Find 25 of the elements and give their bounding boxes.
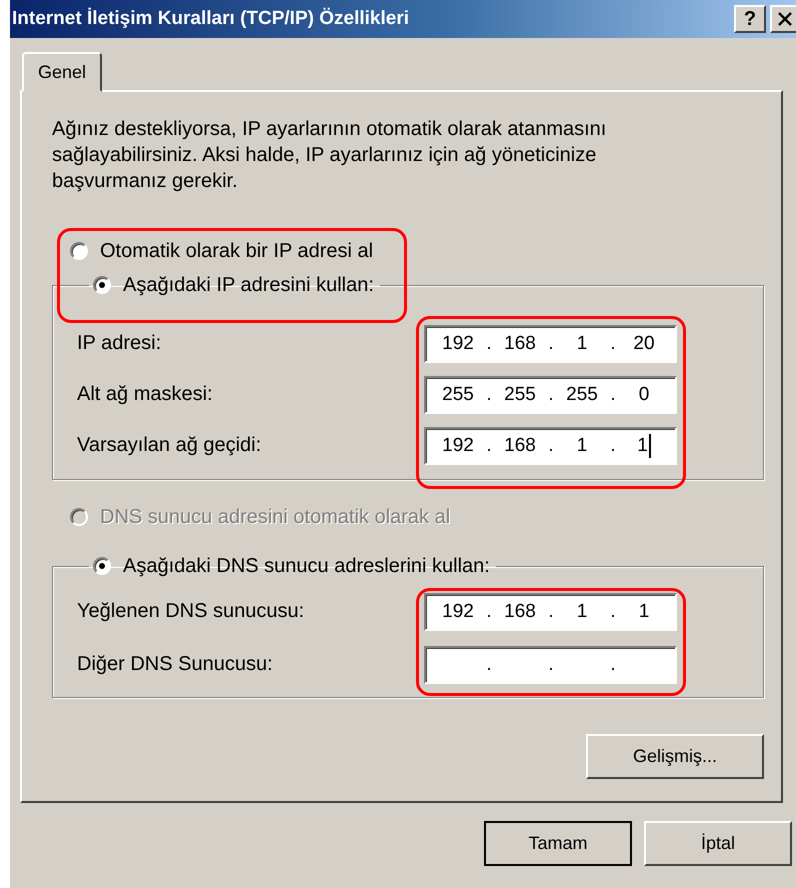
radio-label: Aşağıdaki DNS sunucu adreslerini kullan:: [123, 554, 490, 578]
radio-button[interactable]: [93, 276, 111, 294]
dialog-button[interactable]: Tamam: [484, 821, 632, 866]
radio-label: Aşağıdaki IP adresini kullan:: [123, 274, 374, 296]
ip-address-field[interactable]: 192 . 168 . 1 . 1: [424, 426, 677, 464]
window-title: Internet İletişim Kuralları (TCP/IP) Özellikleri: [12, 8, 410, 30]
radio-label: DNS sunucu adresini otomatik olarak al: [100, 506, 450, 528]
tab[interactable]: Genel: [22, 52, 102, 92]
ip-address-field[interactable]: 255 . 255 . 255 . 0: [424, 376, 677, 414]
advanced-button[interactable]: Gelişmiş...: [586, 734, 764, 779]
field-label: Diğer DNS Sunucusu:: [77, 653, 273, 676]
help-button[interactable]: ?: [734, 5, 766, 33]
radio-button[interactable]: [93, 557, 111, 575]
field-label: Alt ağ maskesi:: [77, 383, 213, 406]
field-label: Varsayılan ağ geçidi:: [77, 434, 262, 457]
ip-address-field[interactable]: . . .: [424, 646, 677, 684]
close-icon: [778, 12, 792, 26]
description-text: Ağınız destekliyorsa, IP ayarlarının otomatik olarak atanmasını sağlayabilirsiniz. Aksi halde, IP ayarlarınız için ağ yöneticinize başvurmanız gerekir.: [52, 117, 608, 194]
ip-address-field[interactable]: 192 . 168 . 1 . 20: [424, 324, 677, 362]
ip-address-field[interactable]: 192 . 168 . 1 . 1: [424, 592, 677, 630]
field-label: IP adresi:: [77, 332, 162, 355]
dialog-button[interactable]: İptal: [644, 821, 792, 866]
field-label: Yeğlenen DNS sunucusu:: [77, 600, 304, 623]
radio-button[interactable]: [70, 242, 88, 260]
radio-label: Otomatik olarak bir IP adresi al: [100, 240, 374, 262]
